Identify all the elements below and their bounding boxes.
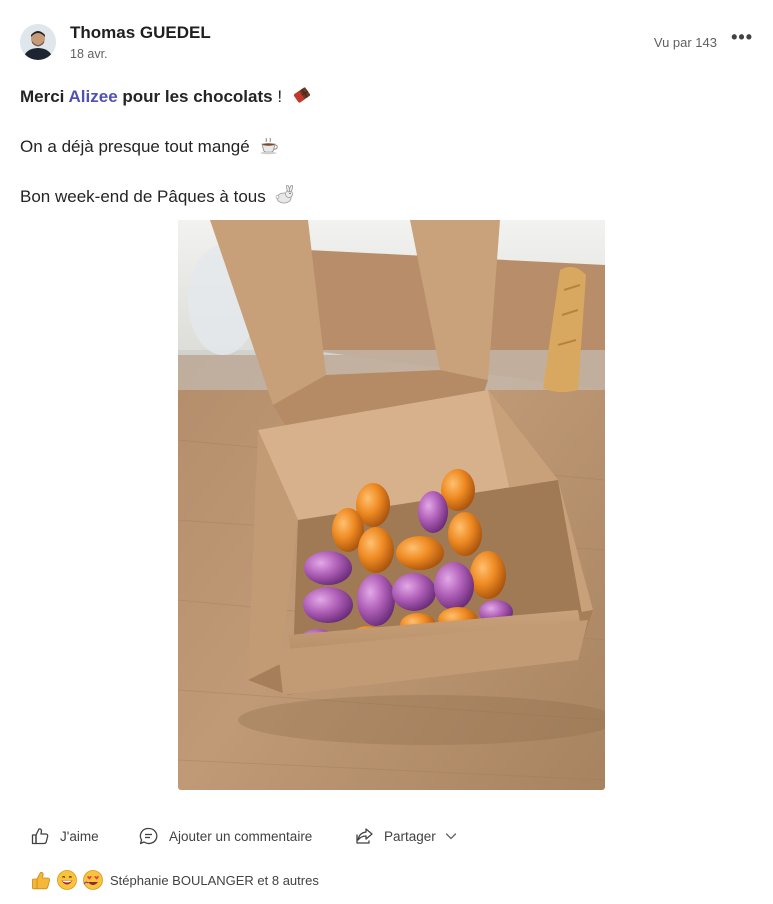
mention-link[interactable]: Alizee bbox=[69, 87, 118, 106]
author-avatar[interactable] bbox=[20, 24, 56, 60]
text-prefix: Merci bbox=[20, 86, 69, 106]
text: Bon week-end de Pâques à tous bbox=[20, 186, 266, 206]
author-name[interactable]: Thomas GUEDEL bbox=[70, 23, 211, 43]
thumbs-up-icon bbox=[32, 872, 50, 890]
share-label: Partager bbox=[384, 828, 436, 844]
text: On a déjà presque tout mangé bbox=[20, 136, 250, 156]
post-photo[interactable] bbox=[178, 220, 605, 790]
comment-icon bbox=[139, 827, 158, 845]
text-punct: ! bbox=[272, 86, 283, 106]
like-button[interactable]: J'aime bbox=[30, 822, 99, 850]
like-label: J'aime bbox=[60, 828, 99, 844]
comment-button[interactable]: Ajouter un commentaire bbox=[138, 822, 312, 850]
rabbit-icon bbox=[274, 184, 296, 210]
post-line-2: On a déjà presque tout mangé bbox=[20, 135, 280, 160]
post-header: Thomas GUEDEL 18 avr. Vu par 143 ••• bbox=[20, 22, 755, 66]
reactions-summary-text[interactable]: Stéphanie BOULANGER et 8 autres bbox=[110, 873, 319, 888]
more-options-icon[interactable]: ••• bbox=[731, 27, 753, 48]
share-icon bbox=[356, 828, 373, 844]
chevron-down-icon[interactable] bbox=[444, 829, 458, 843]
thumbs-up-outline-icon bbox=[31, 828, 49, 845]
heart-eyes-face-icon bbox=[83, 870, 103, 890]
post-date: 18 avr. bbox=[70, 47, 108, 61]
grinning-face-icon bbox=[57, 870, 77, 890]
comment-label: Ajouter un commentaire bbox=[169, 828, 313, 844]
post-line-3: Bon week-end de Pâques à tous bbox=[20, 184, 296, 210]
text-suffix: pour les chocolats bbox=[117, 86, 273, 106]
share-button[interactable]: Partager bbox=[354, 822, 468, 850]
post-line-1: Merci Alizee pour les chocolats ! bbox=[20, 85, 313, 110]
post-actions: J'aime Ajouter un commentaire Partager bbox=[30, 822, 730, 850]
view-count[interactable]: Vu par 143 bbox=[654, 35, 717, 50]
reactions-summary[interactable]: Stéphanie BOULANGER et 8 autres bbox=[30, 867, 319, 893]
chocolate-bar-icon bbox=[291, 85, 313, 110]
hot-beverage-icon bbox=[258, 135, 280, 160]
